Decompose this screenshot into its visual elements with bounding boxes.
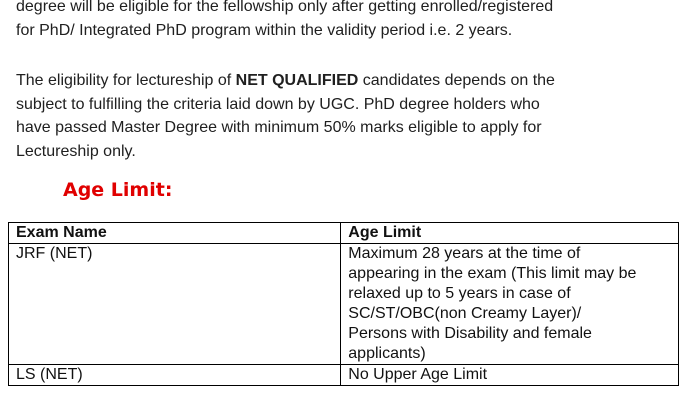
paragraph-text: candidates depends on the <box>358 72 555 89</box>
cell-line: Maximum 28 years at the time of <box>348 245 581 262</box>
table-row: JRF (NET) Maximum 28 years at the time o… <box>7 243 679 365</box>
paragraph-text: The eligibility for lectureship of <box>16 72 236 89</box>
paragraph-line: Lectureship only. <box>16 142 136 160</box>
age-limit-cell: No Upper Age Limit <box>340 364 679 386</box>
paragraph-line: have passed Master Degree with minimum 5… <box>16 119 542 136</box>
net-qualified-emphasis: NET QUALIFIED <box>235 72 359 89</box>
age-limit-heading: Age Limit: <box>63 179 173 201</box>
paragraph-line: degree will be eligible for the fellowsh… <box>16 0 554 15</box>
cell-line: No Upper Age Limit <box>348 366 488 383</box>
exam-name-cell: LS (NET) <box>7 364 342 386</box>
paragraph-line: The eligibility for lectureship of NET Q… <box>16 69 555 93</box>
table-row: LS (NET) No Upper Age Limit <box>7 364 679 386</box>
cell-line: relaxed up to 5 years in case of <box>348 285 571 302</box>
column-header-age-limit: Age Limit <box>340 222 679 244</box>
lectureship-paragraph: The eligibility for lectureship of NET Q… <box>16 69 555 163</box>
paragraph-line: for PhD/ Integrated PhD program within t… <box>16 21 513 39</box>
cell-line: appearing in the exam (This limit may be <box>348 265 637 282</box>
age-limit-cell: Maximum 28 years at the time of appearin… <box>340 243 679 365</box>
age-limit-table: Exam Name Age Limit JRF (NET) Maximum 28… <box>7 222 679 386</box>
cell-line: Persons with Disability and female <box>348 325 592 342</box>
cell-line: SC/ST/OBC(non Creamy Layer)/ <box>348 305 582 322</box>
table-header-row: Exam Name Age Limit <box>7 222 679 244</box>
exam-name-cell: JRF (NET) <box>7 243 342 365</box>
fellowship-paragraph: degree will be eligible for the fellowsh… <box>16 0 553 42</box>
paragraph-line: subject to fulfilling the criteria laid … <box>16 95 540 113</box>
column-header-exam-name: Exam Name <box>7 222 342 244</box>
cell-line: applicants) <box>348 345 426 362</box>
